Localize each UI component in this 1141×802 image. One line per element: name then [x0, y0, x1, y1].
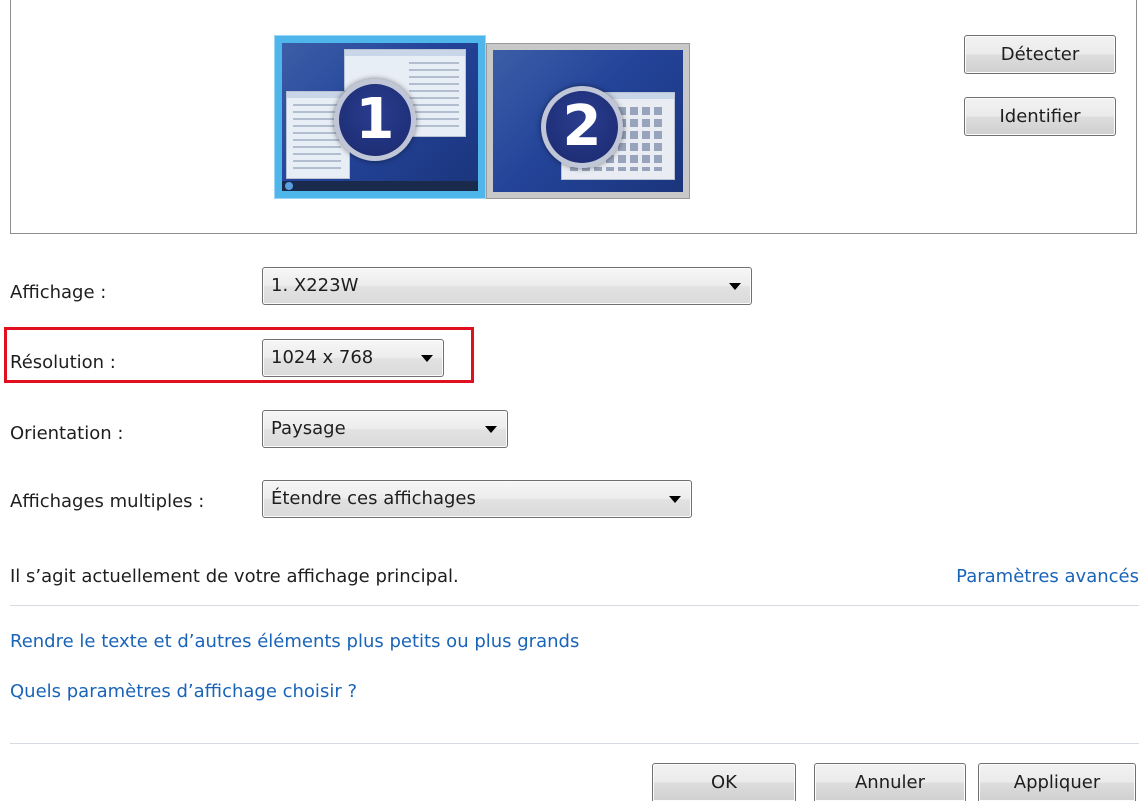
chevron-down-icon	[669, 496, 681, 503]
display-label: Affichage :	[10, 282, 107, 303]
resolution-label: Résolution :	[10, 352, 116, 373]
detect-button[interactable]: Détecter	[964, 35, 1116, 74]
multiple-displays-label: Affichages multiples :	[10, 491, 205, 512]
monitor-2-thumbnail[interactable]: 2	[487, 44, 689, 198]
monitor-1-screen: 1	[282, 43, 478, 191]
text-size-link[interactable]: Rendre le texte et d’autres éléments plu…	[10, 630, 579, 654]
divider	[10, 743, 1139, 744]
monitor-1-thumbnail[interactable]: 1	[275, 36, 485, 198]
ok-button[interactable]: OK	[652, 763, 796, 801]
monitor-number-badge: 2	[541, 86, 623, 168]
resolution-select[interactable]: 1024 x 768	[262, 339, 444, 377]
multiple-displays-select[interactable]: Étendre ces affichages	[262, 480, 692, 518]
monitor-number-badge: 1	[334, 79, 416, 161]
cancel-button[interactable]: Annuler	[814, 763, 966, 801]
orientation-select-value: Paysage	[271, 418, 346, 439]
multiple-displays-select-value: Étendre ces affichages	[271, 488, 476, 509]
chevron-down-icon	[421, 355, 433, 362]
apply-button[interactable]: Appliquer	[978, 763, 1136, 801]
advanced-settings-link[interactable]: Paramètres avancés	[956, 565, 1139, 589]
taskbar	[282, 181, 478, 191]
primary-display-status: Il s’agit actuellement de votre affichag…	[10, 566, 459, 587]
start-icon	[285, 182, 293, 190]
monitor-2-screen: 2	[493, 50, 683, 192]
chevron-down-icon	[729, 283, 741, 290]
display-select[interactable]: 1. X223W	[262, 267, 752, 305]
which-settings-link[interactable]: Quels paramètres d’affichage choisir ?	[10, 680, 357, 704]
orientation-select[interactable]: Paysage	[262, 410, 508, 448]
display-select-value: 1. X223W	[271, 275, 359, 296]
chevron-down-icon	[485, 426, 497, 433]
identify-button[interactable]: Identifier	[964, 97, 1116, 136]
divider	[10, 605, 1139, 606]
resolution-select-value: 1024 x 768	[271, 347, 374, 368]
orientation-label: Orientation :	[10, 423, 124, 444]
